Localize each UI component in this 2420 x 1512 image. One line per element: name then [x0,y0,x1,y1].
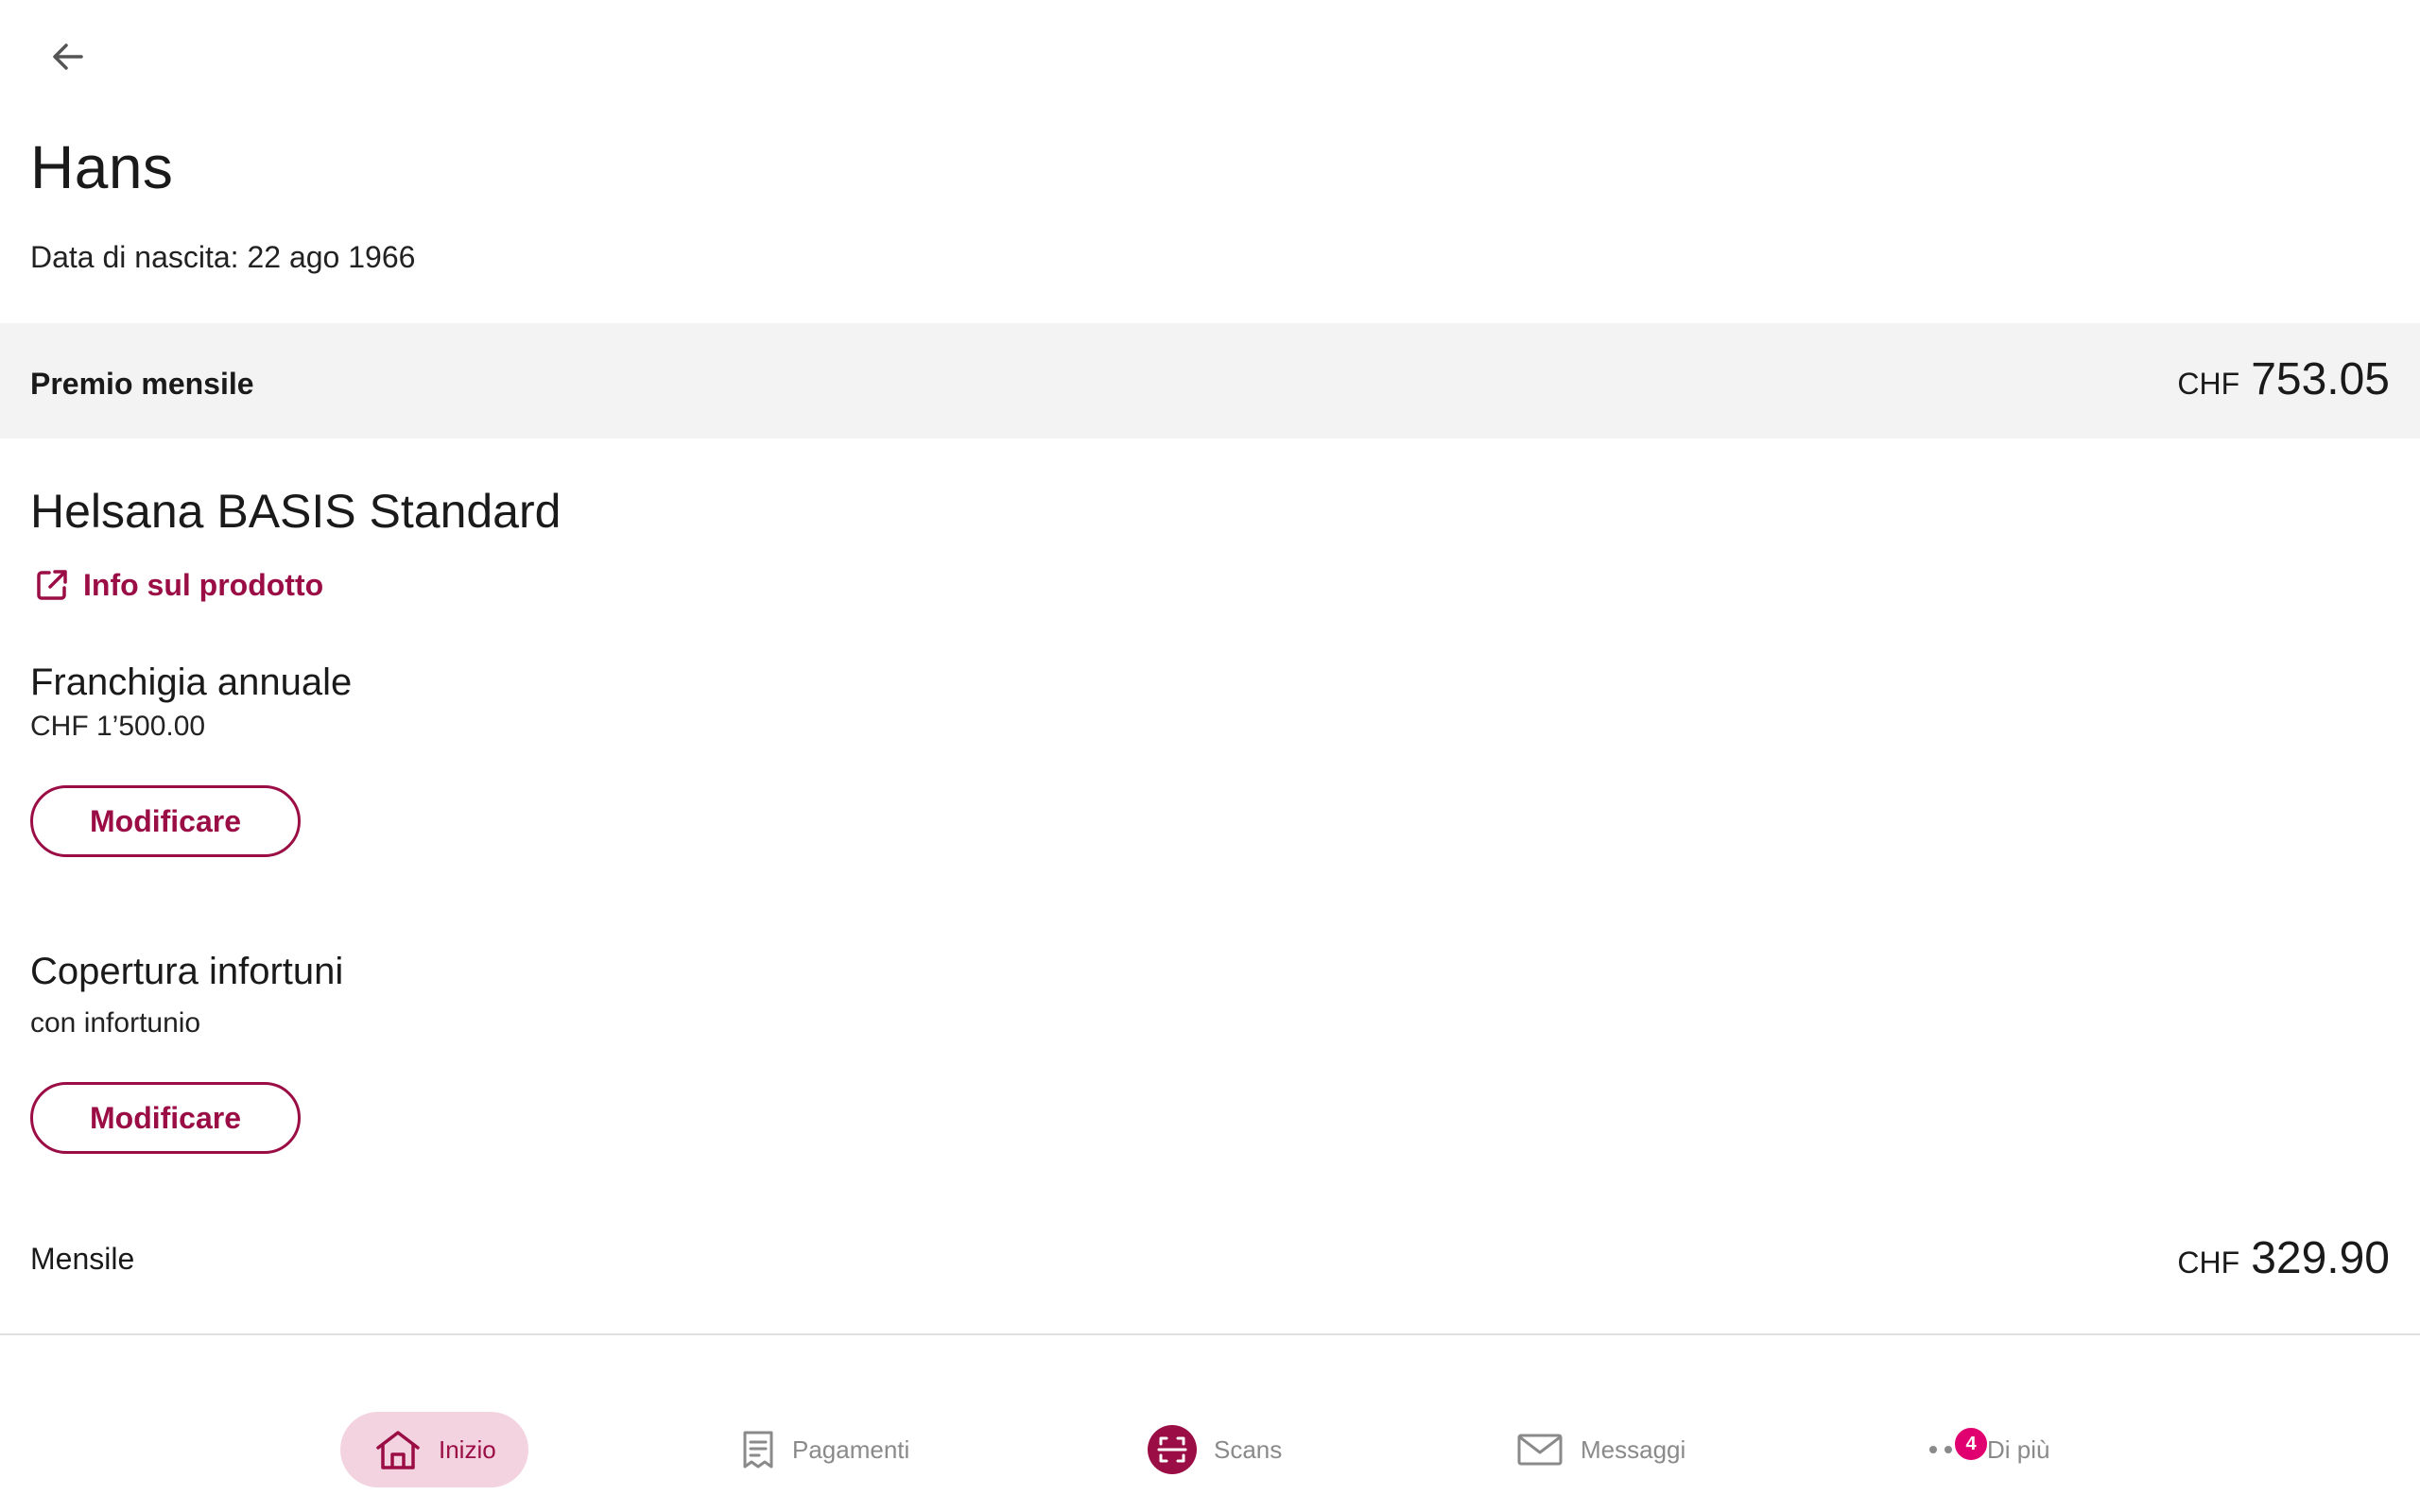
nav-item-scans[interactable]: Scans [1148,1412,1282,1487]
arrow-left-icon [49,38,87,80]
nav-item-pagamenti[interactable]: Pagamenti [741,1412,909,1487]
currency-label: CHF [2177,1246,2240,1280]
back-button[interactable] [32,28,104,89]
birth-date-value: 22 ago 1966 [247,240,416,274]
accident-coverage-title: Copertura infortuni [30,951,344,992]
bottom-nav-divider [0,1333,2420,1335]
monthly-premium-amount: CHF 753.05 [2177,353,2390,405]
nav-label: Inizio [439,1435,496,1464]
receipt-icon [741,1429,775,1470]
more-dots-icon: 4 [1927,1426,1989,1462]
nav-label: Scans [1214,1435,1283,1464]
page-title: Hans [30,133,174,201]
monthly-amount: CHF 329.90 [2177,1232,2390,1284]
notification-badge: 4 [1953,1426,1989,1462]
envelope-icon [1516,1433,1564,1467]
nav-label: Pagamenti [792,1435,910,1464]
amount-value: 753.05 [2251,354,2390,404]
monthly-premium-label: Premio mensile [30,367,254,401]
currency-label: CHF [2177,367,2240,401]
product-title: Helsana BASIS Standard [30,485,562,538]
nav-label: Di più [1987,1435,2050,1464]
nav-label: Messaggi [1581,1435,1686,1464]
modify-accident-coverage-button[interactable]: Modificare [30,1082,301,1154]
external-link-icon [34,567,70,603]
product-info-link[interactable]: Info sul prodotto [34,567,323,603]
monthly-premium-band [0,323,2420,438]
deductible-title: Franchigia annuale [30,662,353,703]
nav-item-inizio[interactable]: Inizio [340,1412,528,1487]
home-icon [374,1429,422,1470]
birth-date-row: Data di nascita: 22 ago 1966 [30,240,415,275]
birth-date-label: Data di nascita: [30,240,239,274]
scan-icon [1148,1425,1197,1474]
product-info-label: Info sul prodotto [83,567,324,602]
nav-item-di-piu[interactable]: 4 Di più [1927,1412,2049,1487]
deductible-value: CHF 1’500.00 [30,711,206,742]
nav-item-messaggi[interactable]: Messaggi [1516,1412,1685,1487]
amount-value: 329.90 [2251,1233,2390,1283]
accident-coverage-value: con infortunio [30,1007,201,1039]
modify-deductible-button[interactable]: Modificare [30,785,301,857]
monthly-label: Mensile [30,1242,135,1276]
